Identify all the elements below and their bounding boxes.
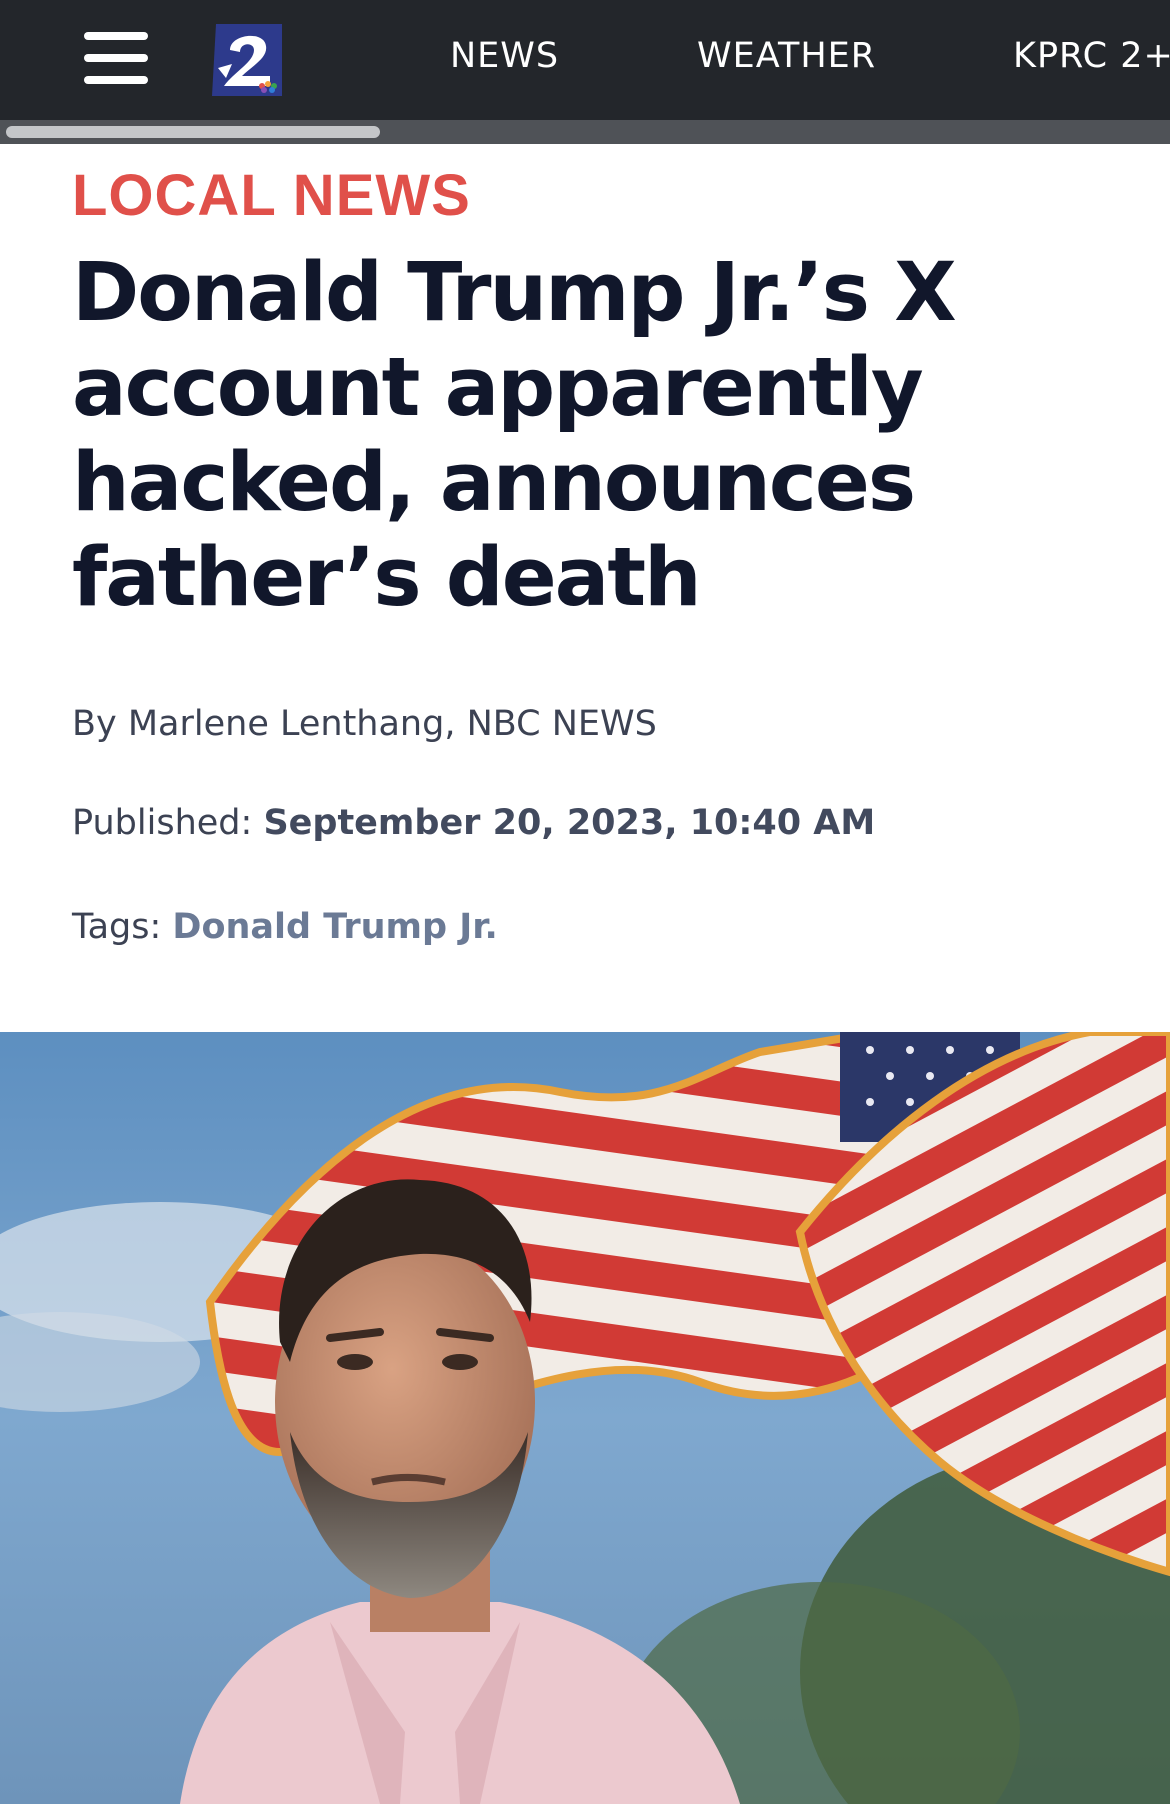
menu-icon-bar (84, 54, 148, 62)
menu-icon[interactable] (84, 30, 148, 88)
byline: By Marlene Lenthang, NBC NEWS (72, 704, 657, 744)
tag-link[interactable]: Donald Trump Jr. (172, 907, 497, 947)
nav-scrollbar-thumb[interactable] (6, 126, 380, 138)
top-nav-bar: NEWS WEATHER KPRC 2+ (0, 0, 1170, 120)
section-label[interactable]: LOCAL NEWS (72, 162, 471, 229)
menu-icon-bar (84, 76, 148, 84)
nav-news[interactable]: NEWS (450, 36, 559, 76)
article-headline: Donald Trump Jr.’s X account apparently … (72, 246, 957, 625)
published-line: Published: September 20, 2023, 10:40 AM (72, 803, 875, 843)
tags-line: Tags: Donald Trump Jr. (72, 907, 498, 947)
hero-photo (0, 1032, 1170, 1804)
hero-eye (442, 1354, 478, 1370)
tags-label: Tags: (72, 907, 162, 947)
article-hero-image (0, 1032, 1170, 1804)
nav-kprc-2-plus[interactable]: KPRC 2+ (1013, 36, 1170, 76)
published-label: Published: (72, 803, 253, 843)
nav-weather[interactable]: WEATHER (697, 36, 876, 76)
logo-peacock-dot (265, 81, 271, 87)
hero-eye (337, 1354, 373, 1370)
station-logo[interactable] (212, 24, 282, 96)
logo-peacock-dot (261, 87, 267, 93)
menu-icon-bar (84, 32, 148, 40)
logo-peacock-dot (269, 87, 275, 93)
published-date: September 20, 2023, 10:40 AM (263, 803, 876, 843)
